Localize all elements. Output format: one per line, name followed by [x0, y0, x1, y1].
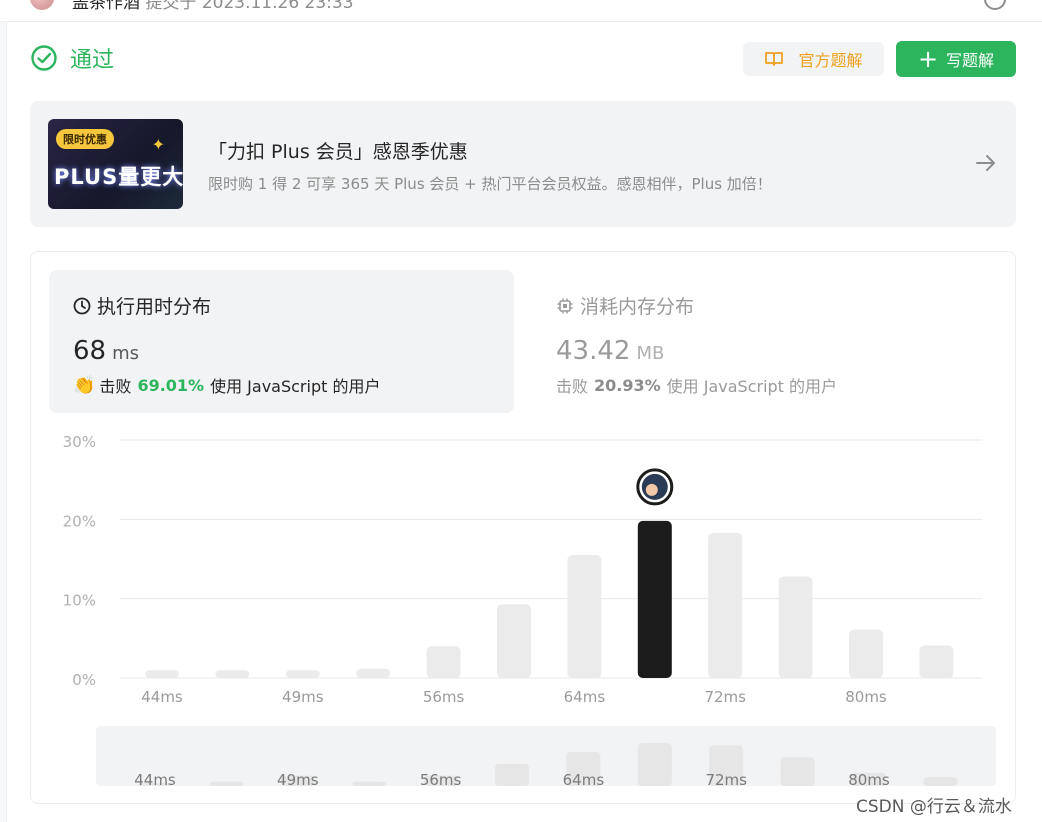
overview-bar [352, 781, 387, 786]
y-tick-label: 30% [63, 433, 96, 451]
overview-bar [637, 743, 672, 786]
overview-bar [495, 763, 529, 786]
overview-x-label: 49ms [277, 771, 319, 789]
overview-x-label: 80ms [848, 771, 890, 789]
overview-bar [780, 757, 815, 786]
csdn-watermark: CSDN @行云＆流水 [856, 797, 1012, 817]
chart-bar [849, 629, 883, 678]
chart-bar [356, 668, 391, 678]
y-tick-label: 20% [63, 512, 96, 530]
chart-bar [285, 670, 320, 678]
chart-bar [778, 576, 813, 678]
x-tick-label: 44ms [141, 688, 183, 706]
overview-x-label: 64ms [563, 771, 605, 789]
overview-bar [923, 777, 958, 786]
page: 盖茶作酒 提交于 2023.11.26 23:33 通过 官方题解 + 写题解 … [0, 0, 1042, 822]
overview-x-label: 72ms [705, 771, 747, 789]
chart-bar [919, 645, 954, 678]
chart-bar [426, 646, 461, 678]
x-tick-label: 72ms [704, 688, 746, 706]
y-tick-label: 10% [63, 592, 96, 610]
x-tick-label: 56ms [423, 688, 465, 706]
x-tick-label: 80ms [845, 688, 887, 706]
x-tick-label: 49ms [282, 688, 324, 706]
y-tick-label: 0% [72, 671, 96, 689]
overview-x-label: 44ms [134, 771, 176, 789]
avatar-face [645, 483, 658, 496]
chart-bar [145, 670, 179, 678]
chart-bar [708, 532, 743, 678]
chart-bar [567, 555, 602, 678]
runtime-distribution-chart[interactable]: 30% 20% 10% 0% 44ms 49ms 56ms 64ms 72ms 80ms 44ms 4… [0, 0, 1042, 822]
overview-bar [209, 781, 244, 786]
chart-bar [215, 670, 250, 678]
highlighted-bar [637, 520, 672, 678]
overview-x-label: 56ms [420, 771, 462, 789]
x-tick-label: 64ms [564, 688, 606, 706]
chart-bar [497, 604, 531, 678]
